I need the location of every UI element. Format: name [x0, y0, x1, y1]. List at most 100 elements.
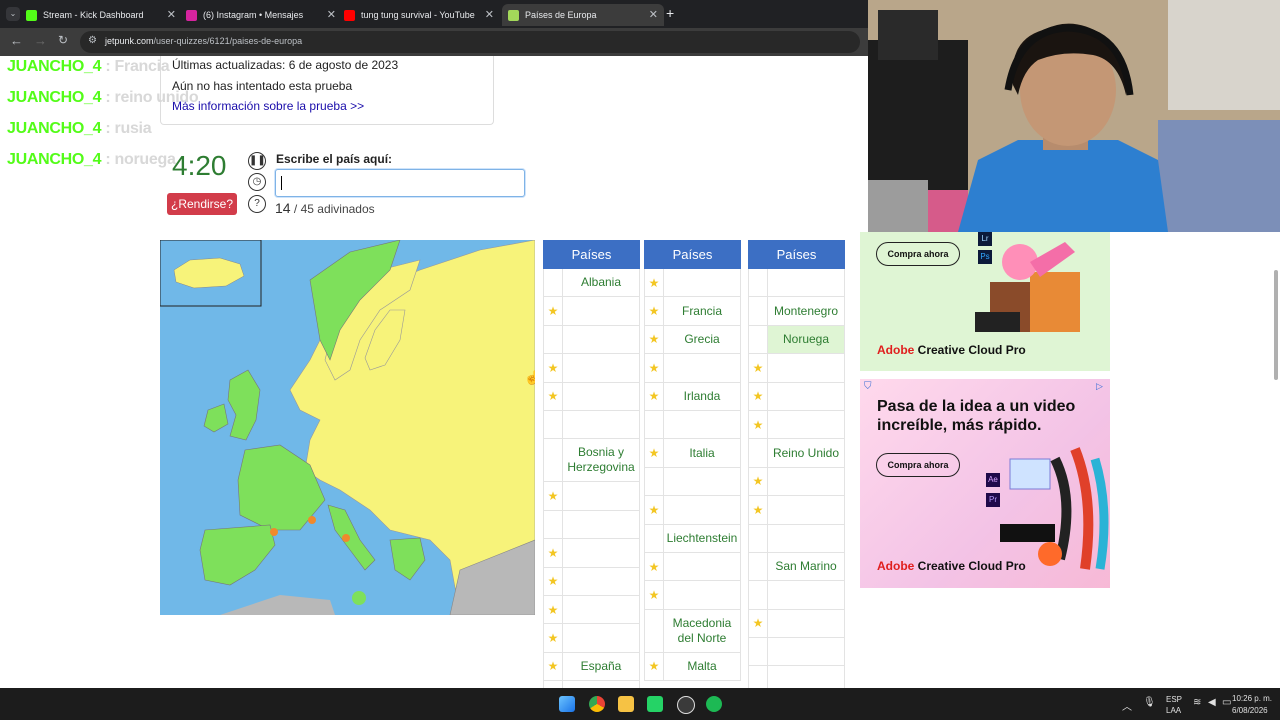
star-slot: [544, 269, 563, 297]
spotify-icon[interactable]: [706, 696, 722, 712]
country-name: Bosnia y Herzegovina: [567, 445, 635, 475]
monaco-dot: [308, 516, 316, 524]
answer-cell: [748, 524, 845, 553]
tab-youtube[interactable]: tung tung survival - YouTube ✕: [344, 4, 500, 26]
adchoices-icon[interactable]: ⛉: [864, 381, 872, 392]
star-icon: ★: [544, 652, 563, 681]
column-header: Países: [748, 240, 845, 269]
ireland-shape: [203, 403, 229, 433]
answer-cell: ★: [543, 539, 640, 568]
site-info-icon[interactable]: ⚙: [88, 35, 97, 46]
battery-icon[interactable]: ▭: [1222, 697, 1231, 708]
star-slot: [544, 510, 563, 539]
forward-icon[interactable]: →: [34, 33, 47, 48]
obs-icon[interactable]: [677, 696, 695, 714]
country-name: [768, 354, 844, 381]
close-tab-icon[interactable]: ✕: [485, 8, 494, 21]
close-tab-icon[interactable]: ✕: [649, 8, 658, 21]
star-slot: [645, 609, 664, 652]
country-name: Irlanda: [683, 388, 721, 403]
spain-shape: [199, 524, 276, 586]
ad-info-icon[interactable]: ▷: [1096, 381, 1103, 392]
answer-cell: [543, 510, 640, 540]
give-up-button[interactable]: ¿Rendirse?: [167, 193, 237, 215]
country-name: Albania: [580, 275, 622, 290]
clock-time[interactable]: 10:26 p. m.: [1232, 694, 1272, 703]
star-slot: [749, 638, 768, 666]
pause-icon[interactable]: ❚❚: [248, 152, 266, 170]
tray-chevron-icon[interactable]: ︿: [1122, 698, 1132, 713]
star-icon: ★: [749, 410, 768, 439]
file-explorer-icon[interactable]: [618, 696, 634, 712]
whatsapp-icon[interactable]: [647, 696, 663, 712]
scrollbar-thumb[interactable]: [1274, 270, 1278, 380]
premiere-icon: Pr: [986, 493, 1000, 507]
country-name: [563, 596, 639, 623]
country-name: [563, 568, 639, 595]
tab-search-button[interactable]: ⌄: [6, 7, 20, 21]
windows-start-icon[interactable]: [559, 696, 575, 712]
star-icon: ★: [544, 624, 563, 652]
clock-icon[interactable]: ◷: [248, 173, 266, 191]
country-name: [768, 610, 844, 637]
ad-brand: Adobe Creative Cloud Pro: [877, 343, 1026, 357]
country-name: [563, 482, 639, 509]
country-name: Montenegro: [773, 303, 839, 318]
column-header: Países: [644, 240, 741, 269]
ad-buy-button[interactable]: Compra ahora: [876, 242, 960, 266]
tab-paises-de-europa[interactable]: Países de Europa ✕: [502, 4, 664, 26]
new-tab-button[interactable]: +: [666, 5, 674, 21]
country-name: [563, 326, 639, 353]
quiz-timer: 4:20: [172, 150, 227, 181]
help-icon[interactable]: ?: [248, 195, 266, 213]
back-icon[interactable]: ←: [10, 33, 23, 48]
ad-headline: Pasa de la idea a un video increíble, má…: [877, 398, 1076, 434]
wifi-icon[interactable]: ≋: [1193, 697, 1201, 708]
close-tab-icon[interactable]: ✕: [327, 8, 336, 21]
answer-cell: ★: [644, 354, 741, 383]
country-name: San Marino: [775, 559, 837, 574]
instagram-icon: [186, 9, 197, 21]
star-slot: [749, 552, 768, 581]
country-name: [664, 411, 740, 438]
mouse-cursor-icon: ☝: [524, 370, 535, 385]
country-name: Malta: [687, 658, 717, 673]
chrome-icon[interactable]: [589, 696, 605, 712]
keyboard-language[interactable]: ESP: [1166, 695, 1182, 704]
star-icon: ★: [749, 467, 768, 496]
microphone-icon[interactable]: 🎙: [1143, 697, 1156, 708]
adobe-ad-2[interactable]: ⛉ ▷ Pasa de la idea a un video increíble…: [860, 379, 1110, 588]
close-tab-icon[interactable]: ✕: [167, 8, 176, 21]
star-slot: [749, 325, 768, 354]
url-bar[interactable]: ⚙ jetpunk.com/user-quizzes/6121/paises-d…: [80, 31, 860, 53]
clock-date: 6/08/2026: [1232, 706, 1268, 715]
europe-map[interactable]: ☝: [160, 240, 535, 615]
answer-cell: ★: [748, 410, 845, 440]
answer-cell: Montenegro: [748, 297, 845, 326]
reload-icon[interactable]: ↻: [58, 33, 68, 47]
tab-kick-dashboard[interactable]: Stream - Kick Dashboard ✕: [26, 4, 182, 26]
jetpunk-icon: [508, 9, 519, 21]
answer-input[interactable]: [275, 169, 525, 197]
ad-buy-button[interactable]: Compra ahora: [876, 453, 960, 477]
page-scrollbar[interactable]: [1272, 232, 1280, 688]
answer-cell: ★: [543, 297, 640, 326]
star-slot: [749, 666, 768, 688]
answer-cell: [748, 666, 845, 688]
answer-cell: ★: [543, 624, 640, 653]
address-toolbar: ← → ↻ ⚙ jetpunk.com/user-quizzes/6121/pa…: [0, 28, 868, 56]
more-info-link[interactable]: Más información sobre la prueba >>: [172, 99, 364, 113]
adobe-ad-1[interactable]: Compra ahora Lr Ps Adobe Creative Cloud …: [860, 232, 1110, 371]
ad-artwork: [1000, 447, 1109, 570]
answer-cell: Liechtenstein: [644, 524, 741, 553]
country-name: Reino Unido: [772, 445, 840, 460]
answer-cell: ★: [543, 482, 640, 511]
tab-instagram[interactable]: (6) Instagram • Mensajes ✕: [186, 4, 342, 26]
chat-message: JUANCHO_4 : reino unido: [7, 89, 199, 106]
volume-icon[interactable]: ◀: [1208, 697, 1216, 708]
answer-cell: [748, 269, 845, 298]
answer-cell: Noruega: [748, 325, 845, 355]
star-icon: ★: [544, 482, 563, 510]
answer-column: Países Albania ★ ★ ★ Bosnia y Herzegovina ★ ★ ★ ★…: [543, 240, 640, 688]
url-domain: jetpunk.com: [105, 36, 154, 46]
